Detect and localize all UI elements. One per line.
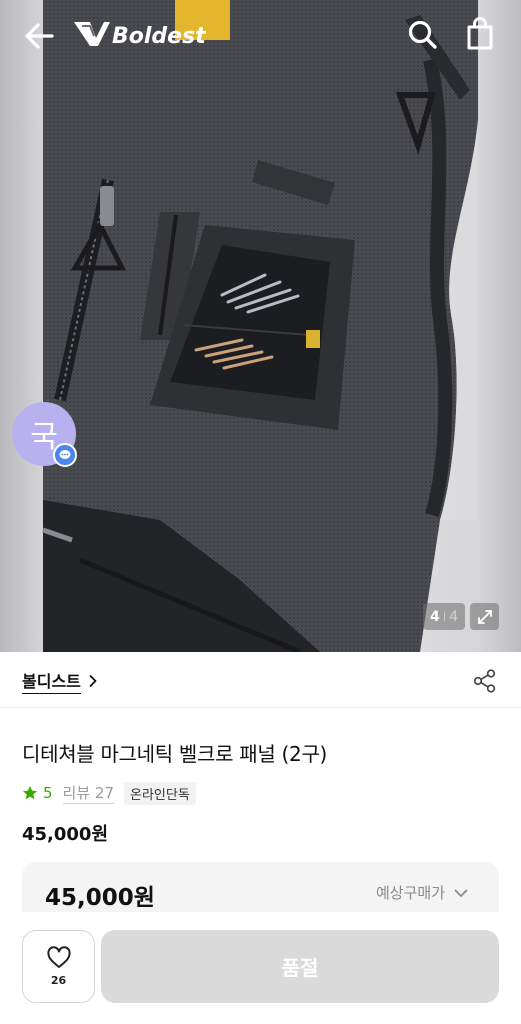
chat-bubble-icon [59,450,71,459]
product-image-gallery[interactable]: Boldest 4 | 4 [0,0,521,652]
brand-row: 볼디스트 [0,652,521,708]
pager-total: 4 [449,608,459,625]
chat-badge [53,443,77,467]
share-icon [473,669,496,693]
product-photo [42,0,478,652]
soldout-button[interactable]: 품절 [101,930,499,1003]
boldest-logo-icon: Boldest [74,22,207,49]
online-exclusive-badge: 온라인단독 [124,781,196,805]
heart-icon [46,946,71,968]
search-button[interactable] [404,16,442,54]
svg-text:Boldest: Boldest [112,24,206,49]
review-count-link[interactable]: 리뷰 27 [62,782,115,804]
expand-image-button[interactable] [470,603,499,630]
expected-price-value: 45,000원 [45,885,155,911]
product-meta-row: 5 리뷰 27 온라인단독 [22,781,196,805]
rating-value: 5 [43,784,53,802]
share-button[interactable] [472,668,498,694]
search-icon [408,20,437,49]
pager-separator: | [442,611,447,622]
chevron-down-icon [454,889,468,897]
product-price: 45,000원 [22,824,109,845]
star-icon [23,786,37,800]
brand-link[interactable]: 볼디스트 [22,668,101,694]
pager-current: 4 [429,608,440,625]
expand-icon [477,609,492,624]
shopping-bag-button[interactable] [460,14,500,54]
image-pager: 4 | 4 [423,603,465,630]
chevron-right-icon [89,675,97,687]
arrow-left-icon [25,23,54,49]
like-count: 26 [50,974,67,987]
top-navigation-bar: Boldest [0,0,521,70]
expected-price-label: 예상구매가 [376,884,446,902]
expected-price-toggle[interactable]: 예상구매가 [376,882,469,903]
product-title: 디테쳐블 마그네틱 벨크로 패널 (2구) [22,742,328,766]
brand-name: 볼디스트 [22,668,81,694]
shopping-bag-icon [467,17,493,50]
brand-logo[interactable]: Boldest [70,14,207,52]
back-button[interactable] [20,18,60,54]
like-button[interactable]: 26 [22,930,95,1003]
